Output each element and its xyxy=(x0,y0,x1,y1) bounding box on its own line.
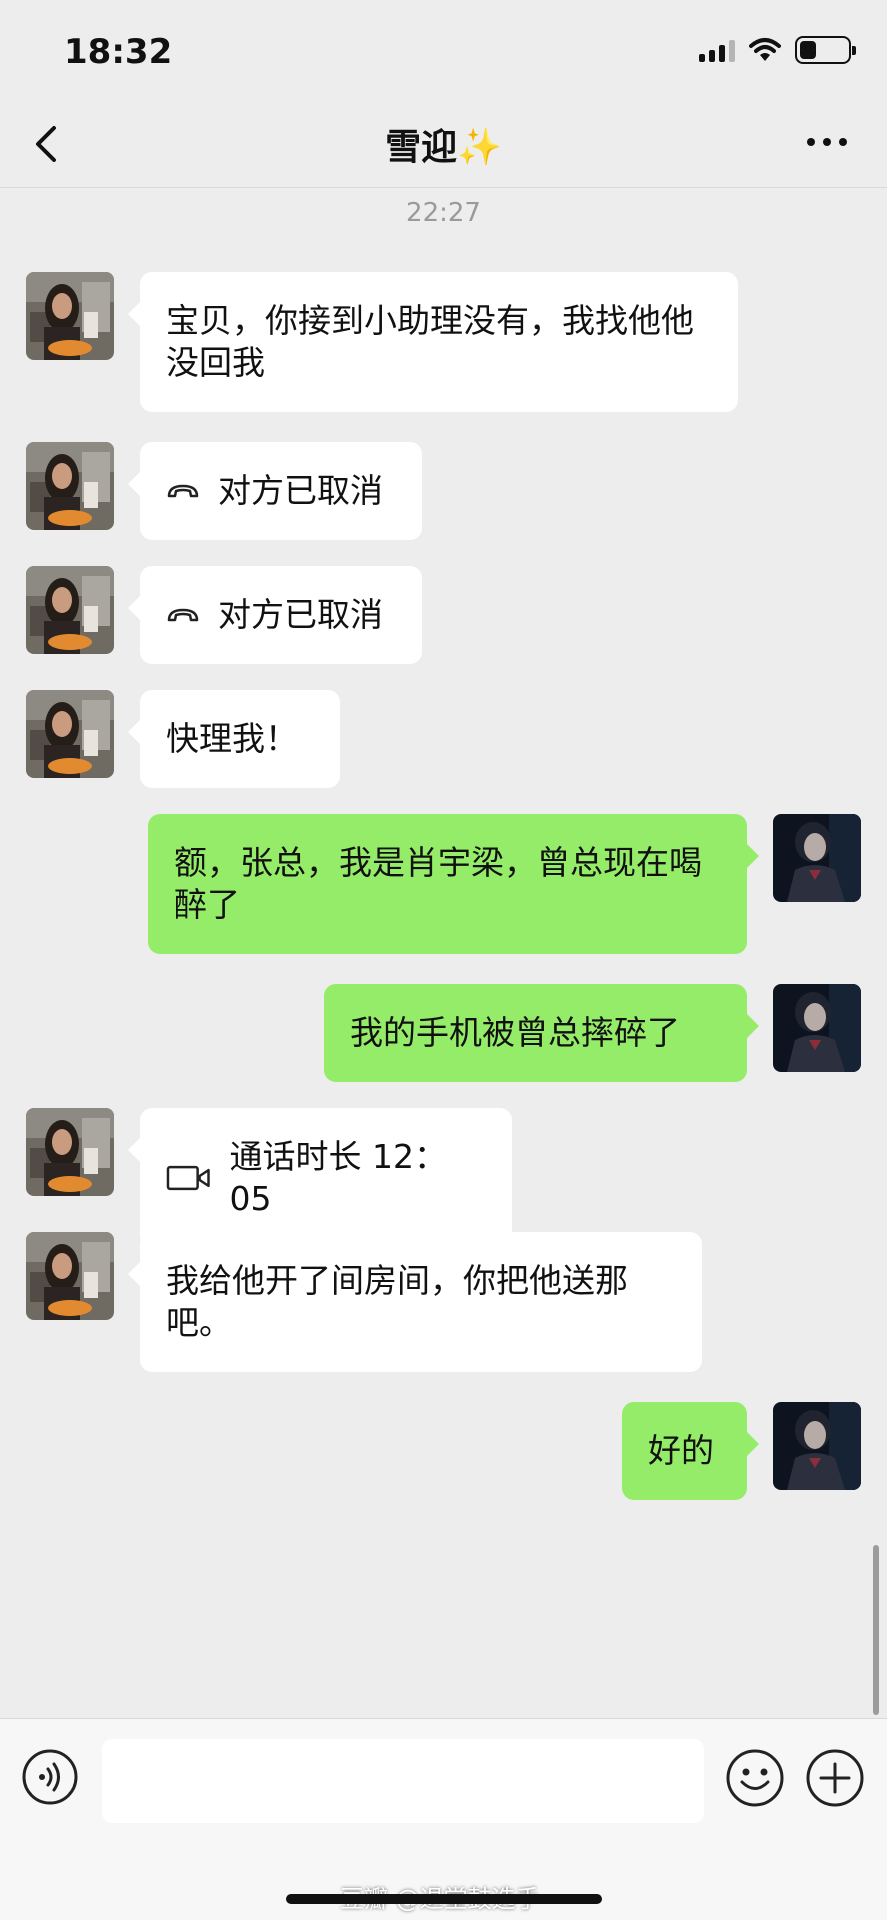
message-text: 宝贝，你接到小助理没有，我找他他没回我 xyxy=(166,301,694,382)
contact-avatar[interactable] xyxy=(26,1108,114,1196)
message-text: 好的 xyxy=(648,1431,714,1470)
message-bubble[interactable]: 我的手机被曾总摔碎了 xyxy=(324,984,759,1082)
wifi-icon xyxy=(749,38,781,61)
message-timestamp: 22:27 xyxy=(406,198,481,228)
phone-hangup-icon xyxy=(167,608,199,622)
message-bubble[interactable]: 宝贝，你接到小助理没有，我找他他没回我 xyxy=(128,272,738,412)
battery-level xyxy=(800,41,816,59)
contact-avatar[interactable] xyxy=(26,1232,114,1320)
my-avatar[interactable] xyxy=(773,1402,861,1490)
status-icons xyxy=(699,36,856,64)
call-bubble[interactable]: 对方已取消 xyxy=(128,566,422,664)
more-dots-icon[interactable] xyxy=(803,130,851,154)
call-duration-text: 通话时长 12：05 xyxy=(229,1137,447,1218)
message-text: 我的手机被曾总摔碎了 xyxy=(350,1013,680,1052)
signal-icon xyxy=(699,38,735,62)
chat-header: 雪迎✨ xyxy=(0,100,887,188)
my-avatar[interactable] xyxy=(773,814,861,902)
status-bar: 18:32 xyxy=(0,0,887,100)
message-input[interactable] xyxy=(102,1739,704,1823)
call-bubble[interactable]: 对方已取消 xyxy=(128,442,422,540)
scrollbar[interactable] xyxy=(873,1545,879,1715)
phone-hangup-icon xyxy=(167,484,199,498)
message-text: 我给他开了间房间，你把他送那吧。 xyxy=(166,1261,628,1342)
message-text: 快理我！ xyxy=(166,719,298,758)
message-bubble[interactable]: 快理我！ xyxy=(128,690,340,788)
battery-icon xyxy=(795,36,856,64)
call-status-text: 对方已取消 xyxy=(218,595,383,634)
call-status-text: 对方已取消 xyxy=(218,471,383,510)
emoji-icon[interactable] xyxy=(726,1749,784,1807)
voice-icon[interactable] xyxy=(22,1749,78,1805)
status-time: 18:32 xyxy=(64,32,173,72)
plus-icon[interactable] xyxy=(806,1749,864,1807)
message-text: 额，张总，我是肖宇梁，曾总现在喝醉了 xyxy=(174,843,702,924)
home-indicator[interactable] xyxy=(286,1894,602,1904)
message-bubble[interactable]: 我给他开了间房间，你把他送那吧。 xyxy=(128,1232,702,1372)
call-bubble[interactable]: 通话时长 12：05 xyxy=(128,1108,512,1248)
contact-avatar[interactable] xyxy=(26,690,114,778)
input-bar: 豆瓣 @退堂鼓选手 xyxy=(0,1718,887,1920)
message-bubble[interactable]: 额，张总，我是肖宇梁，曾总现在喝醉了 xyxy=(148,814,759,954)
contact-avatar[interactable] xyxy=(26,566,114,654)
video-call-icon xyxy=(166,1165,210,1191)
message-bubble[interactable]: 好的 xyxy=(622,1402,759,1500)
my-avatar[interactable] xyxy=(773,984,861,1072)
contact-avatar[interactable] xyxy=(26,442,114,530)
chat-title: 雪迎✨ xyxy=(385,127,502,168)
contact-avatar[interactable] xyxy=(26,272,114,360)
